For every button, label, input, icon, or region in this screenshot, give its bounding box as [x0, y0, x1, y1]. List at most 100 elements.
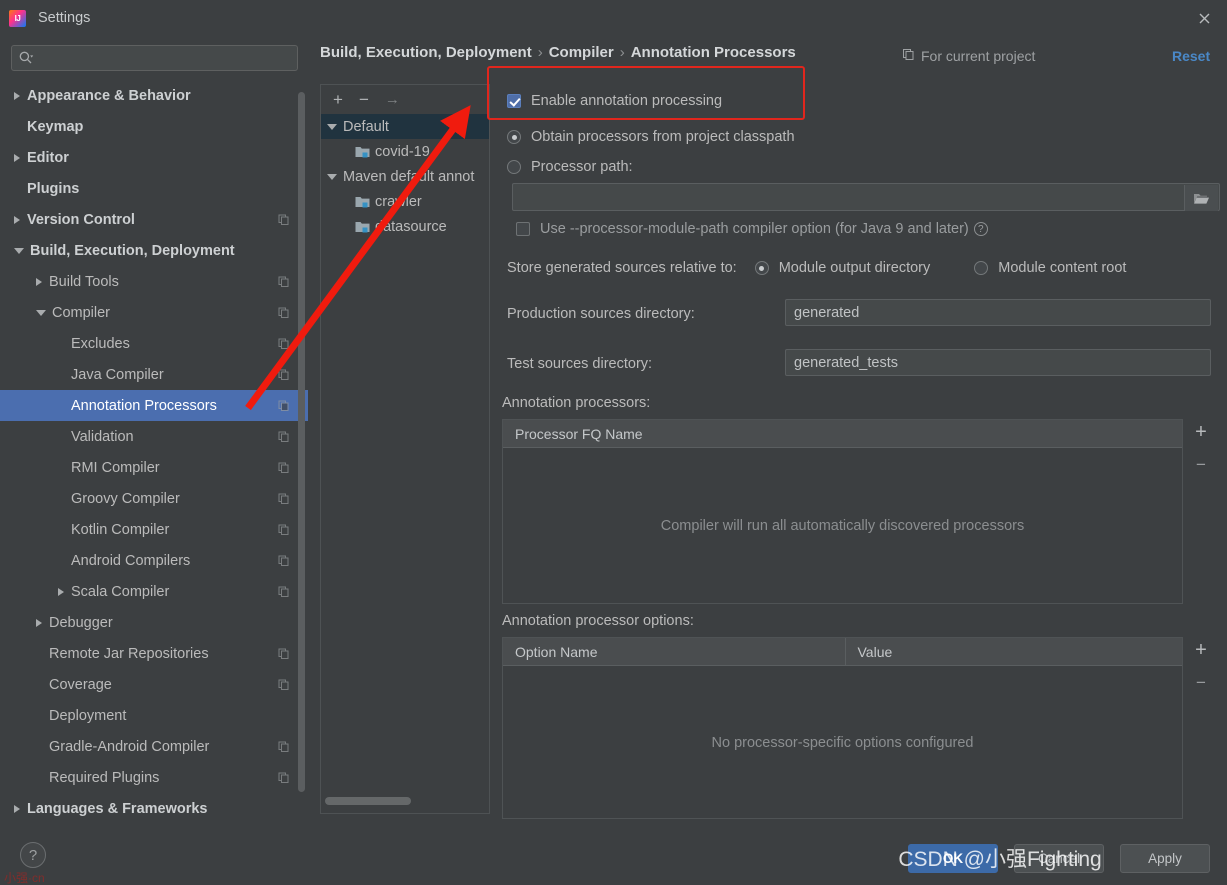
chevron-down-icon[interactable] — [327, 173, 337, 180]
add-profile-icon[interactable]: + — [333, 91, 343, 108]
test-sources-value: generated_tests — [794, 354, 898, 371]
apply-button[interactable]: Apply — [1120, 844, 1210, 873]
remove-processor-button[interactable]: − — [1196, 456, 1206, 473]
sidebar-item-version-control[interactable]: Version Control — [0, 204, 308, 235]
column-value[interactable]: Value — [844, 638, 1183, 665]
move-to-profile-icon[interactable]: → — [385, 92, 400, 107]
chevron-down-icon[interactable] — [14, 247, 24, 254]
sidebar-item-plugins[interactable]: Plugins — [0, 173, 308, 204]
profiles-list[interactable]: Default covid-19 Maven default annot crawle… — [321, 114, 489, 239]
search-icon — [18, 50, 34, 66]
chevron-down-icon[interactable] — [36, 309, 46, 316]
add-option-button[interactable]: + — [1195, 640, 1207, 660]
folder-browse-icon[interactable] — [1184, 185, 1218, 211]
cancel-button[interactable]: Cancel — [1014, 844, 1104, 873]
column-processor-fq-name[interactable]: Processor FQ Name — [503, 420, 1182, 447]
profile-row[interactable]: Default — [321, 114, 489, 139]
ok-button[interactable]: OK — [908, 844, 998, 873]
sidebar-item-remote-jar-repositories[interactable]: Remote Jar Repositories — [0, 638, 308, 669]
sidebar-item-coverage[interactable]: Coverage — [0, 669, 308, 700]
test-sources-field[interactable]: generated_tests — [785, 349, 1211, 376]
sidebar-item-validation[interactable]: Validation — [0, 421, 308, 452]
breadcrumb-item[interactable]: Compiler — [549, 44, 614, 61]
sidebar-item-groovy-compiler[interactable]: Groovy Compiler — [0, 483, 308, 514]
for-current-project-text: For current project — [921, 48, 1036, 64]
enable-annotation-processing-row[interactable]: Enable annotation processing — [507, 93, 722, 109]
sidebar-item-label: Excludes — [71, 335, 130, 352]
annotation-processor-options-side-toolbar: + − — [1185, 637, 1217, 819]
sidebar-item-label: Compiler — [52, 304, 111, 321]
module-row[interactable]: covid-19 — [321, 139, 489, 164]
profile-label: Default — [343, 118, 389, 135]
sidebar-item-build-tools[interactable]: Build Tools — [0, 266, 308, 297]
module-content-root-radio[interactable] — [974, 261, 989, 275]
module-row[interactable]: datasource — [321, 214, 489, 239]
sidebar-scrollbar-thumb[interactable] — [298, 92, 305, 792]
module-label: datasource — [375, 218, 447, 235]
module-output-directory-radio[interactable] — [754, 261, 769, 275]
chevron-right-icon[interactable] — [14, 91, 20, 100]
sidebar-item-label: Appearance & Behavior — [27, 87, 191, 104]
module-content-root-label: Module content root — [998, 260, 1127, 276]
add-processor-button[interactable]: + — [1195, 422, 1207, 442]
sidebar-item-scala-compiler[interactable]: Scala Compiler — [0, 576, 308, 607]
help-icon[interactable]: ? — [20, 842, 46, 868]
sidebar-item-keymap[interactable]: Keymap — [0, 111, 308, 142]
sidebar-item-required-plugins[interactable]: Required Plugins — [0, 762, 308, 793]
sidebar-item-rmi-compiler[interactable]: RMI Compiler — [0, 452, 308, 483]
settings-category-tree[interactable]: Appearance & Behavior Keymap Editor Plugins… — [0, 80, 308, 830]
sidebar-item-annotation-processors[interactable]: Annotation Processors — [0, 390, 308, 421]
close-icon[interactable] — [1181, 0, 1227, 36]
production-sources-field[interactable]: generated — [785, 299, 1211, 326]
obtain-processors-from-classpath-row[interactable]: Obtain processors from project classpath — [507, 129, 795, 145]
sidebar-item-label: Keymap — [27, 118, 84, 135]
chevron-down-icon[interactable] — [327, 123, 337, 130]
sidebar-item-gradle-android-compiler[interactable]: Gradle-Android Compiler — [0, 731, 308, 762]
sidebar-item-editor[interactable]: Editor — [0, 142, 308, 173]
profiles-horizontal-scrollbar[interactable] — [325, 797, 411, 805]
annotation-processors-table[interactable]: Processor FQ Name Compiler will run all … — [502, 419, 1183, 604]
sidebar-item-kotlin-compiler[interactable]: Kotlin Compiler — [0, 514, 308, 545]
sidebar-item-compiler[interactable]: Compiler — [0, 297, 308, 328]
settings-dialog: Settings Appearance & Behavior Keymap Edit… — [0, 0, 1227, 885]
breadcrumb-item[interactable]: Build, Execution, Deployment — [320, 44, 532, 61]
annotation-processor-options-empty-text: No processor-specific options configured — [711, 734, 974, 751]
sidebar-item-excludes[interactable]: Excludes — [0, 328, 308, 359]
reset-link[interactable]: Reset — [1172, 48, 1210, 64]
search-input[interactable] — [34, 50, 291, 66]
processor-module-path-checkbox[interactable] — [516, 222, 530, 236]
sidebar-item-android-compilers[interactable]: Android Compilers — [0, 545, 308, 576]
sidebar-item-debugger[interactable]: Debugger — [0, 607, 308, 638]
processor-module-path-row[interactable]: Use --processor-module-path compiler opt… — [516, 221, 988, 237]
project-scope-icon — [278, 648, 290, 660]
sidebar-item-deployment[interactable]: Deployment — [0, 700, 308, 731]
sidebar-item-build-execution-deployment[interactable]: Build, Execution, Deployment — [0, 235, 308, 266]
obtain-processors-radio[interactable] — [507, 130, 521, 144]
breadcrumb-item[interactable]: Annotation Processors — [631, 44, 796, 61]
chevron-right-icon[interactable] — [14, 804, 20, 813]
sidebar-item-java-compiler[interactable]: Java Compiler — [0, 359, 308, 390]
profile-row[interactable]: Maven default annot — [321, 164, 489, 189]
window-title: Settings — [38, 10, 91, 26]
module-output-directory-label: Module output directory — [778, 260, 931, 276]
search-box[interactable] — [11, 45, 298, 71]
sidebar-item-languages-frameworks[interactable]: Languages & Frameworks — [0, 793, 308, 824]
module-row[interactable]: crawler — [321, 189, 489, 214]
chevron-right-icon[interactable] — [58, 587, 64, 596]
chevron-right-icon[interactable] — [14, 215, 20, 224]
column-option-name[interactable]: Option Name — [503, 638, 845, 665]
help-question-icon[interactable]: ? — [973, 222, 988, 236]
chevron-right-icon[interactable] — [36, 277, 42, 286]
processor-path-row[interactable]: Processor path: — [507, 159, 633, 175]
processor-path-radio[interactable] — [507, 160, 521, 174]
remove-profile-icon[interactable]: − — [359, 91, 369, 108]
processor-path-field[interactable] — [512, 183, 1220, 211]
remove-option-button[interactable]: − — [1196, 674, 1206, 691]
chevron-right-icon[interactable] — [36, 618, 42, 627]
annotation-processor-options-empty-state: No processor-specific options configured — [503, 666, 1182, 819]
annotation-processor-options-table[interactable]: Option Name Value No processor-specific … — [502, 637, 1183, 819]
project-scope-icon — [278, 741, 290, 753]
chevron-right-icon[interactable] — [14, 153, 20, 162]
sidebar-item-appearance-behavior[interactable]: Appearance & Behavior — [0, 80, 308, 111]
enable-annotation-processing-checkbox[interactable] — [507, 94, 521, 108]
